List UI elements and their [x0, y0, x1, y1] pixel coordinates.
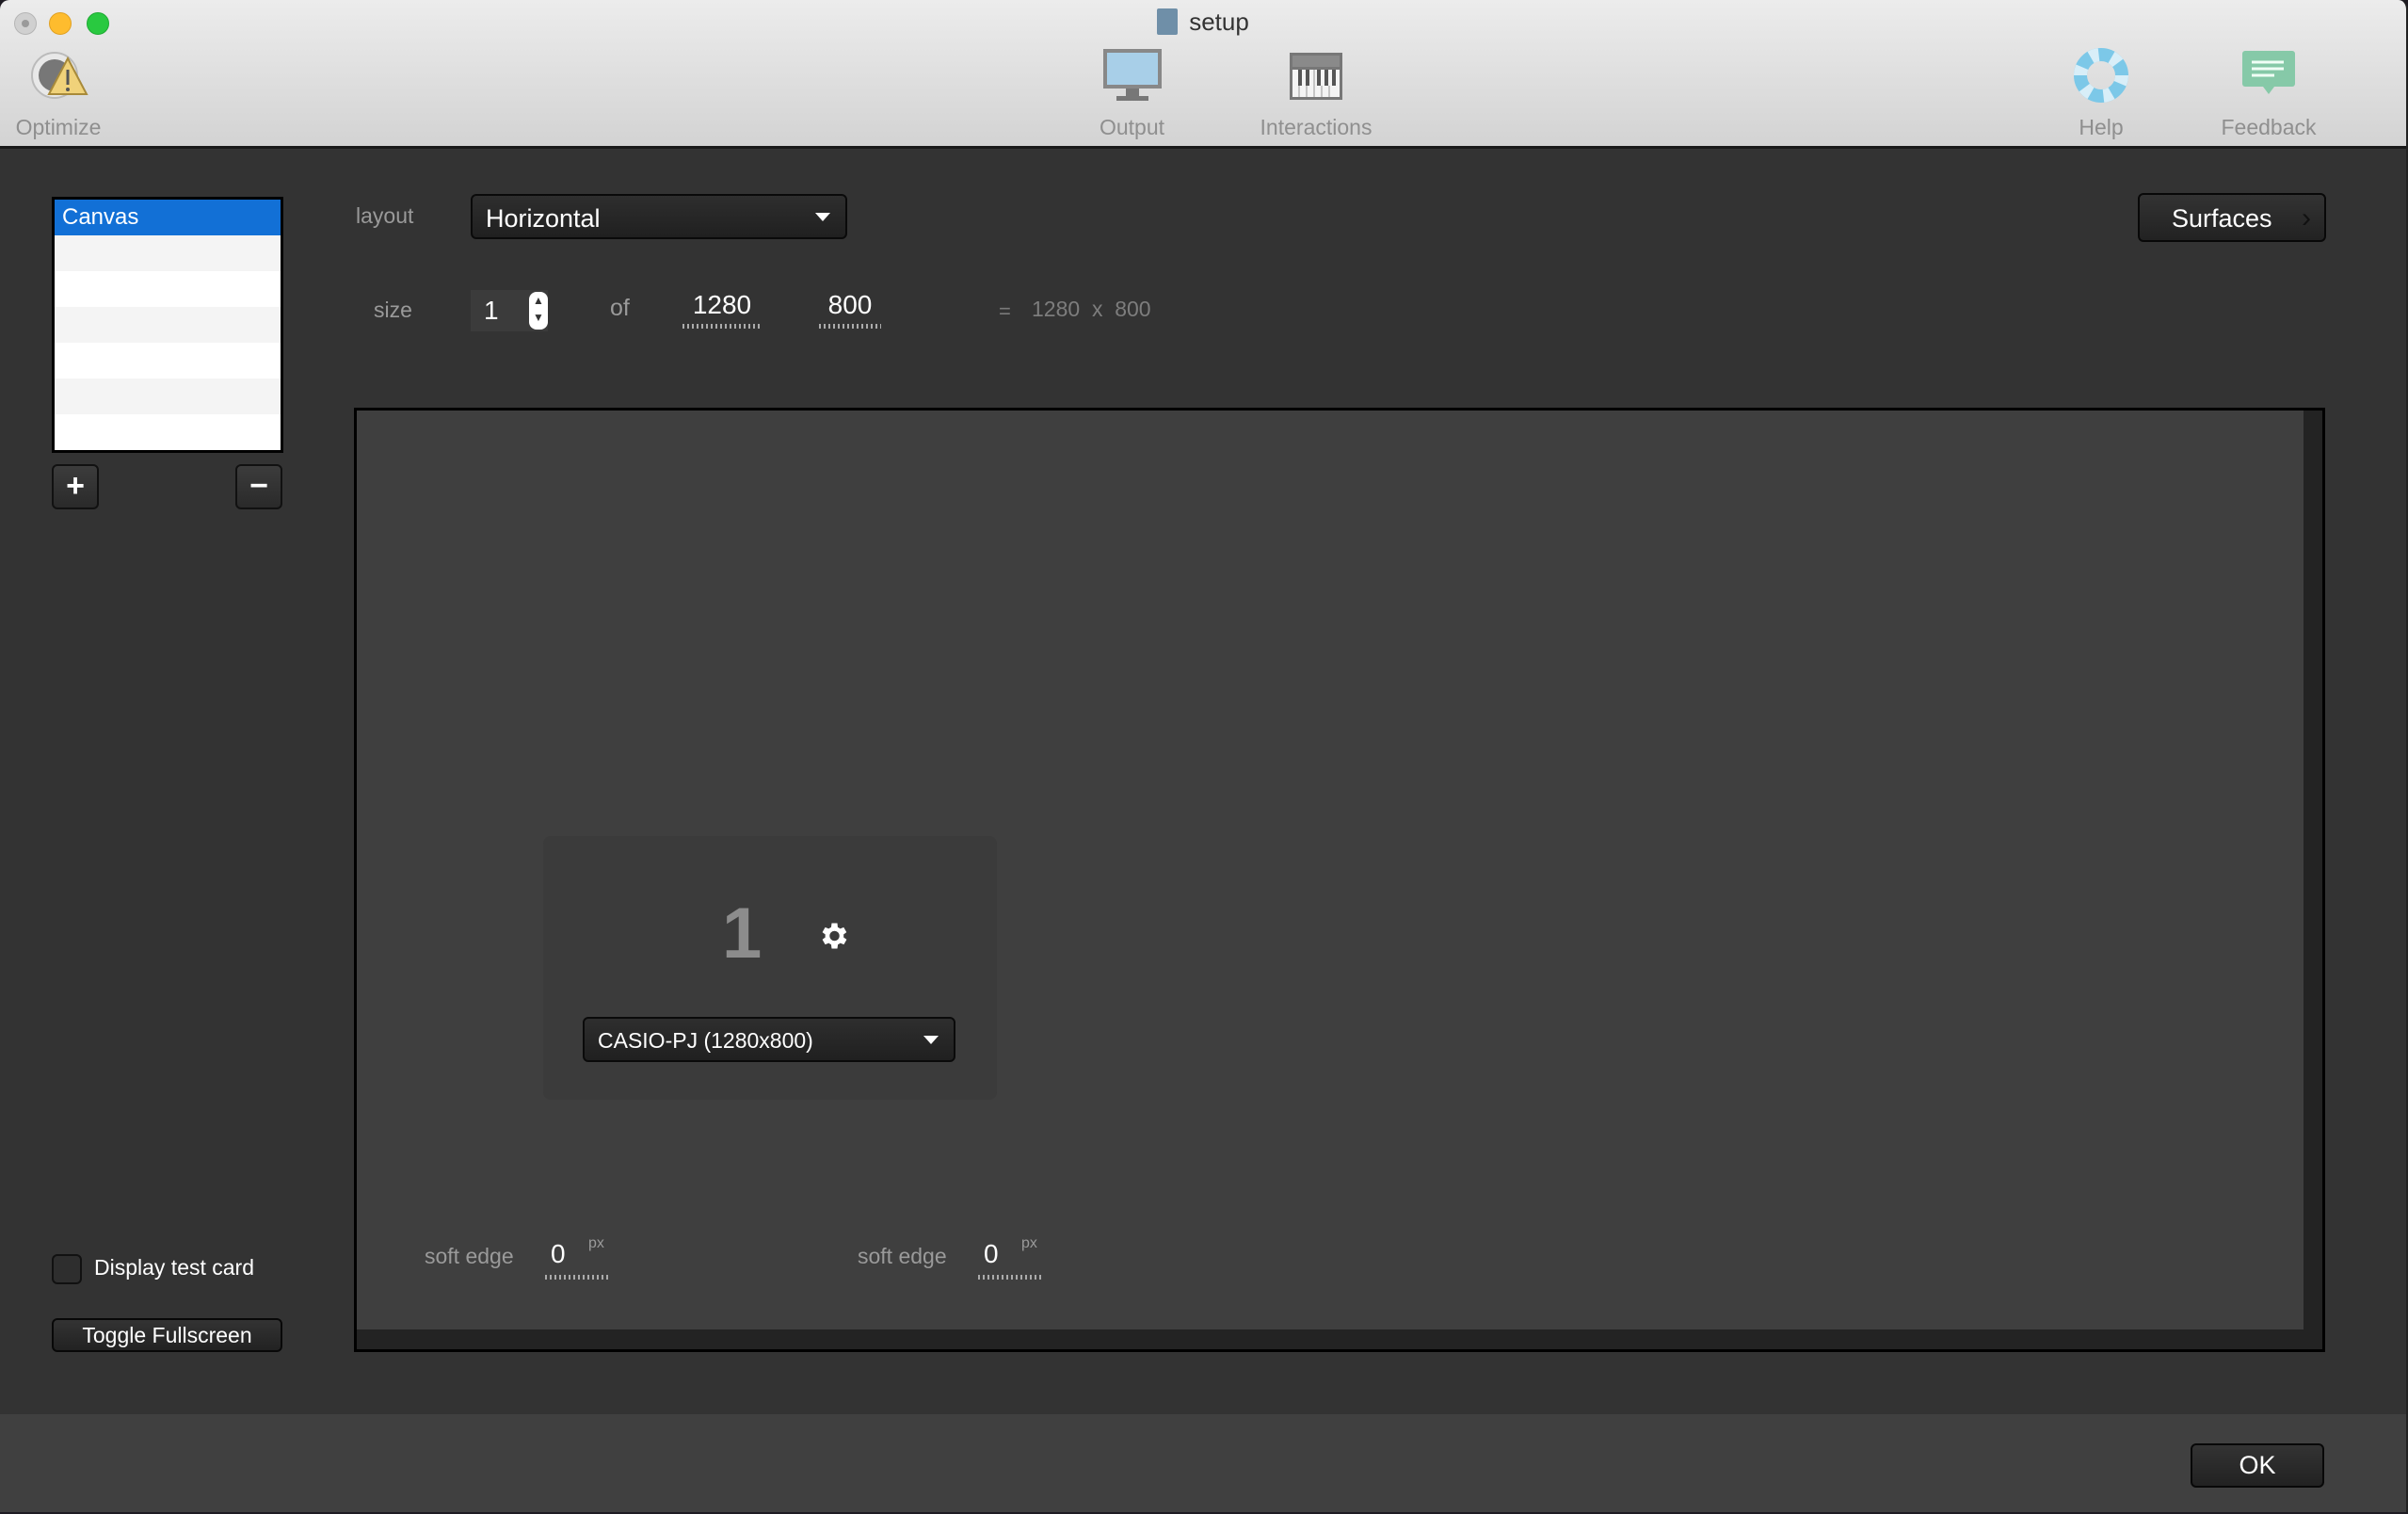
size-label: size	[374, 298, 412, 322]
surfaces-button[interactable]: Surfaces ›	[2138, 193, 2326, 242]
chevron-right-icon: ›	[2302, 202, 2311, 234]
of-label: of	[610, 295, 630, 321]
soft-edge-right-unit: px	[1021, 1235, 1037, 1251]
soft-edge-left-scrub[interactable]	[545, 1275, 611, 1280]
height-value: 800	[827, 290, 873, 319]
window-title-text: setup	[1189, 8, 1249, 36]
resolution-result: 1280 x 800	[1032, 297, 1151, 321]
canvas-list[interactable]: Canvas	[52, 197, 283, 453]
height-field[interactable]: 800	[819, 290, 881, 329]
display-card: 1 CASIO-PJ (1280x800)	[543, 836, 997, 1100]
surfaces-label: Surfaces	[2172, 204, 2272, 233]
add-button[interactable]: +	[52, 464, 99, 509]
list-item-empty	[55, 378, 281, 414]
width-scrub-handle[interactable]	[682, 324, 762, 329]
window-title: setup	[0, 8, 2406, 37]
monitor-icon	[1083, 47, 1181, 107]
output-value: CASIO-PJ (1280x800)	[598, 1028, 813, 1053]
toggle-fullscreen-button[interactable]: Toggle Fullscreen	[52, 1318, 282, 1352]
setup-window: setup Optimize Output Interactions Help …	[0, 0, 2408, 1512]
toolbar-help[interactable]: Help	[2062, 47, 2141, 140]
output-dropdown[interactable]: CASIO-PJ (1280x800)	[583, 1017, 955, 1062]
soft-edge-left-value: 0	[551, 1239, 566, 1268]
document-icon	[1157, 8, 1179, 35]
midi-keyboard-icon	[1250, 47, 1382, 107]
list-item[interactable]: Canvas	[55, 200, 281, 235]
ok-button[interactable]: OK	[2191, 1443, 2324, 1488]
size-count: 1	[484, 296, 499, 325]
list-item-empty	[55, 271, 281, 307]
soft-edge-right-value: 0	[984, 1239, 999, 1268]
gear-icon[interactable]	[816, 919, 850, 953]
speech-bubble-icon	[2212, 47, 2325, 107]
toolbar-interactions[interactable]: Interactions	[1250, 47, 1382, 140]
soft-edge-label-left: soft edge	[425, 1244, 514, 1268]
chevron-down-icon	[815, 213, 830, 221]
stepper-arrows-icon[interactable]: ▲ ▼	[529, 292, 548, 330]
size-stepper[interactable]: 1 ▲ ▼	[471, 290, 548, 331]
soft-edge-right-scrub[interactable]	[978, 1275, 1044, 1280]
toolbar: setup Optimize Output Interactions Help …	[0, 0, 2406, 149]
list-item-empty	[55, 307, 281, 343]
width-field[interactable]: 1280	[682, 290, 762, 329]
layout-label: layout	[356, 203, 414, 228]
toolbar-help-label: Help	[2079, 115, 2124, 139]
canvas-preview: 1 CASIO-PJ (1280x800) soft edge 0 px sof…	[354, 408, 2325, 1352]
optimize-warning-icon	[11, 47, 105, 107]
toolbar-feedback-label: Feedback	[2221, 115, 2317, 139]
display-number: 1	[722, 894, 763, 974]
height-scrub-handle[interactable]	[819, 324, 881, 329]
toolbar-output[interactable]: Output	[1083, 47, 1181, 140]
canvas-area: 1 CASIO-PJ (1280x800) soft edge 0 px sof…	[357, 411, 2304, 1329]
remove-button[interactable]: −	[235, 464, 282, 509]
soft-edge-label-right: soft edge	[858, 1244, 947, 1268]
display-test-card-label[interactable]: Display test card	[94, 1255, 254, 1280]
chevron-down-icon	[923, 1036, 939, 1044]
list-item-empty	[55, 235, 281, 271]
toolbar-interactions-label: Interactions	[1260, 115, 1373, 139]
list-item-empty	[55, 343, 281, 378]
list-item-empty	[55, 414, 281, 450]
equals-sign: =	[999, 299, 1011, 323]
toolbar-optimize[interactable]: Optimize	[11, 47, 105, 140]
display-test-card-checkbox[interactable]	[52, 1254, 82, 1284]
soft-edge-left-unit: px	[588, 1235, 604, 1251]
footer-bar: OK	[0, 1414, 2406, 1512]
toolbar-optimize-label: Optimize	[15, 115, 102, 139]
lifebuoy-icon	[2062, 47, 2141, 107]
toolbar-output-label: Output	[1099, 115, 1165, 139]
width-value: 1280	[692, 290, 752, 319]
layout-dropdown[interactable]: Horizontal	[471, 194, 847, 239]
layout-value: Horizontal	[486, 204, 601, 233]
toolbar-feedback[interactable]: Feedback	[2212, 47, 2325, 140]
